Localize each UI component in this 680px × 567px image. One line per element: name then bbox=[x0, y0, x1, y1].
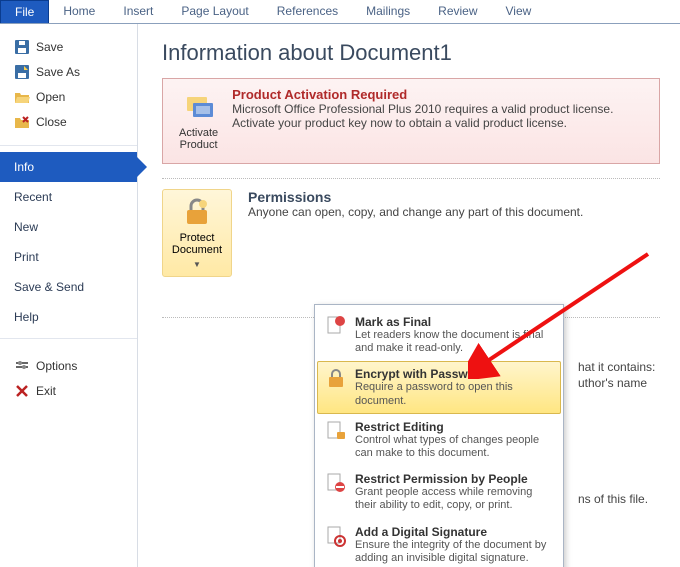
nav-info[interactable]: Info bbox=[0, 152, 137, 182]
dd-restrict-editing[interactable]: Restrict EditingControl what types of ch… bbox=[317, 414, 561, 466]
dd-mark-as-final[interactable]: Mark as FinalLet readers know the docume… bbox=[317, 309, 561, 361]
protect-document-label: Protect Document bbox=[167, 232, 227, 256]
sidebar-options[interactable]: Options bbox=[8, 354, 129, 378]
permissions-title: Permissions bbox=[248, 189, 583, 205]
nav-recent[interactable]: Recent bbox=[0, 182, 137, 212]
exit-icon bbox=[14, 383, 30, 399]
sidebar-save[interactable]: Save bbox=[8, 35, 129, 59]
save-icon bbox=[14, 39, 30, 55]
nav-help[interactable]: Help bbox=[0, 302, 137, 332]
sidebar-item-label: Options bbox=[36, 359, 77, 373]
sidebar-open[interactable]: Open bbox=[8, 85, 129, 109]
chevron-down-icon: ▼ bbox=[193, 260, 201, 269]
close-icon bbox=[14, 114, 30, 130]
permissions-text: Anyone can open, copy, and change any pa… bbox=[248, 205, 583, 219]
open-icon bbox=[14, 89, 30, 105]
sidebar-item-label: Open bbox=[36, 90, 65, 104]
backstage-content: Information about Document1 Activate Pro… bbox=[138, 24, 680, 567]
sidebar-item-label: Save bbox=[36, 40, 63, 54]
dd-encrypt-password[interactable]: Encrypt with PasswordRequire a password … bbox=[317, 361, 561, 413]
page-title: Information about Document1 bbox=[162, 40, 660, 66]
options-icon bbox=[14, 358, 30, 374]
ghost-text: uthor's name bbox=[578, 376, 647, 390]
tab-insert[interactable]: Insert bbox=[109, 0, 167, 23]
encrypt-icon bbox=[325, 367, 347, 389]
tab-mailings[interactable]: Mailings bbox=[352, 0, 424, 23]
tab-page-layout[interactable]: Page Layout bbox=[167, 0, 262, 23]
signature-icon bbox=[325, 525, 347, 547]
ghost-text: hat it contains: bbox=[578, 360, 655, 374]
activation-panel: Activate Product Product Activation Requ… bbox=[162, 78, 660, 164]
ghost-text: ns of this file. bbox=[578, 492, 648, 506]
restrict-editing-icon bbox=[325, 420, 347, 442]
lock-icon bbox=[181, 196, 213, 228]
nav-save-send[interactable]: Save & Send bbox=[0, 272, 137, 302]
nav-print[interactable]: Print bbox=[0, 242, 137, 272]
tab-view[interactable]: View bbox=[492, 0, 546, 23]
activate-product-icon bbox=[183, 91, 215, 123]
sidebar-item-label: Close bbox=[36, 115, 67, 129]
dd-digital-signature[interactable]: Add a Digital SignatureEnsure the integr… bbox=[317, 519, 561, 567]
tab-review[interactable]: Review bbox=[424, 0, 491, 23]
sidebar-close[interactable]: Close bbox=[8, 110, 129, 134]
tab-home[interactable]: Home bbox=[49, 0, 109, 23]
activation-text: Microsoft Office Professional Plus 2010 … bbox=[232, 102, 647, 130]
activate-product-button[interactable]: Activate Product bbox=[179, 127, 218, 151]
dd-restrict-permission[interactable]: Restrict Permission by PeopleGrant peopl… bbox=[317, 466, 561, 518]
ribbon-tabs: File Home Insert Page Layout References … bbox=[0, 0, 680, 24]
protect-document-button[interactable]: Protect Document ▼ bbox=[162, 189, 232, 277]
tab-references[interactable]: References bbox=[263, 0, 352, 23]
protect-document-dropdown: Mark as FinalLet readers know the docume… bbox=[314, 304, 564, 567]
backstage-sidebar: Save Save As Open Close Info Recent New … bbox=[0, 24, 138, 567]
sidebar-item-label: Exit bbox=[36, 384, 56, 398]
restrict-permission-icon bbox=[325, 472, 347, 494]
tab-file[interactable]: File bbox=[0, 0, 49, 23]
sidebar-exit[interactable]: Exit bbox=[8, 379, 129, 403]
sidebar-save-as[interactable]: Save As bbox=[8, 60, 129, 84]
nav-new[interactable]: New bbox=[0, 212, 137, 242]
activation-title: Product Activation Required bbox=[232, 87, 647, 102]
save-as-icon bbox=[14, 64, 30, 80]
sidebar-item-label: Save As bbox=[36, 65, 80, 79]
mark-final-icon bbox=[325, 315, 347, 337]
